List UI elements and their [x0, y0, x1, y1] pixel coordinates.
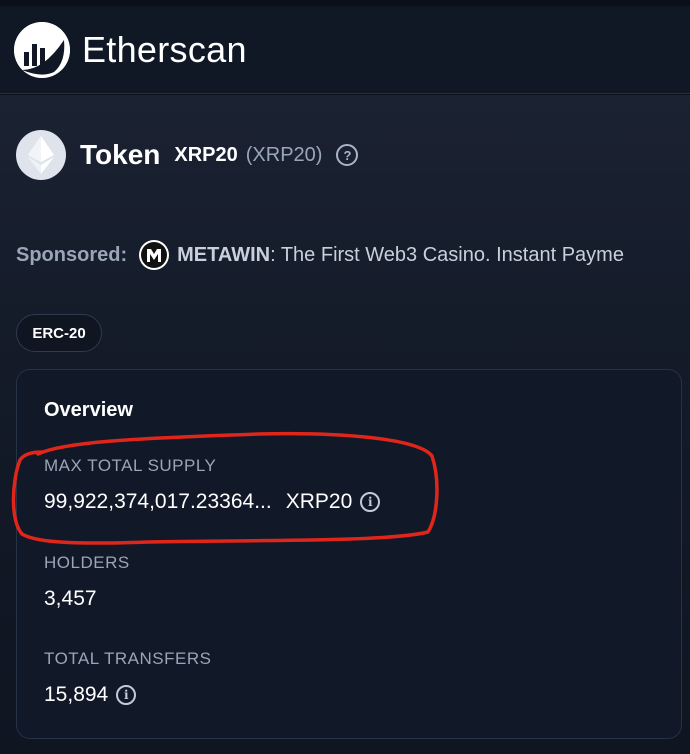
- sponsor-text: : The First Web3 Casino. Instant Payme: [270, 243, 624, 266]
- token-symbol: (XRP20): [245, 143, 323, 166]
- total-transfers-amount: 15,894: [44, 683, 109, 706]
- max-supply-label: MAX TOTAL SUPPLY: [44, 456, 217, 475]
- top-navbar: Etherscan: [0, 0, 690, 94]
- brand-name: Etherscan: [82, 29, 247, 70]
- token-name: XRP20: [174, 143, 238, 166]
- metawin-logo-icon: [139, 240, 170, 270]
- etherscan-logo-icon: [14, 22, 70, 78]
- total-transfers-label: TOTAL TRANSFERS: [44, 649, 212, 668]
- sponsored-banner[interactable]: Sponsored: METAWIN : The First Web3 Casi…: [16, 240, 690, 270]
- overview-card: Overview MAX TOTAL SUPPLY 99,922,374,017…: [16, 369, 682, 739]
- erc20-badge[interactable]: ERC-20: [16, 314, 102, 352]
- max-supply-value: 99,922,374,017.23364... XRP20 i: [44, 490, 381, 514]
- overview-title: Overview: [44, 399, 133, 421]
- total-transfers-value: 15,894 i: [44, 683, 137, 707]
- sponsored-label: Sponsored:: [16, 243, 128, 266]
- holders-label: HOLDERS: [44, 553, 130, 572]
- ethereum-icon: [16, 130, 66, 180]
- question-circle-icon[interactable]: ?: [336, 144, 359, 166]
- top-divider: [0, 0, 690, 6]
- max-supply-unit: XRP20: [285, 490, 353, 513]
- token-header: Token XRP20 (XRP20) ?: [16, 130, 359, 180]
- brand-home-link[interactable]: Etherscan: [14, 22, 247, 78]
- sponsor-link[interactable]: METAWIN: [177, 244, 270, 267]
- info-icon[interactable]: i: [360, 492, 381, 512]
- holders-value: 3,457: [44, 587, 97, 610]
- page-title: Token: [80, 139, 161, 170]
- info-icon[interactable]: i: [116, 685, 137, 705]
- max-supply-amount: 99,922,374,017.23364...: [44, 490, 272, 513]
